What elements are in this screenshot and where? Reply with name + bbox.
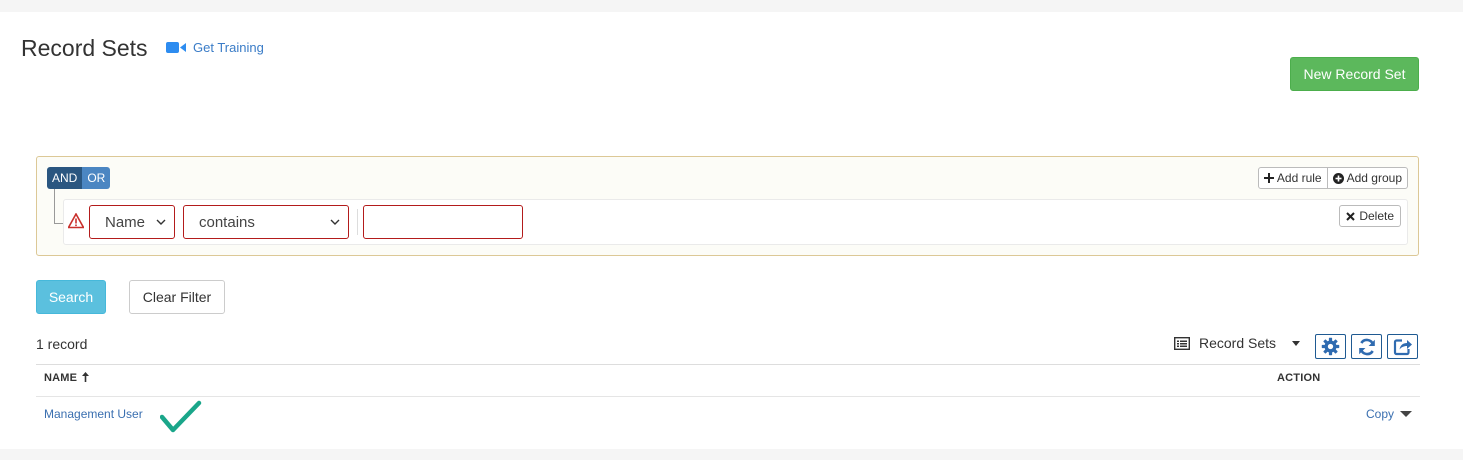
group-actions: Add rule Add group — [1257, 167, 1408, 189]
gear-icon — [1321, 337, 1340, 356]
field-select-value: Name — [105, 213, 146, 231]
add-group-button[interactable]: Add group — [1326, 168, 1407, 188]
times-icon — [1346, 211, 1356, 221]
plus-icon — [1263, 173, 1274, 183]
delete-rule-label: Delete — [1359, 209, 1394, 223]
copy-action-button[interactable]: Copy — [1366, 407, 1413, 421]
table-header-border — [36, 396, 1420, 397]
video-camera-icon — [166, 42, 186, 53]
table-top-border — [36, 364, 1420, 365]
view-selector-label: Record Sets — [1199, 335, 1277, 351]
list-icon — [1174, 336, 1190, 350]
or-button[interactable]: OR — [82, 167, 111, 189]
delete-rule-button[interactable]: Delete — [1339, 205, 1401, 227]
export-button[interactable] — [1387, 334, 1418, 359]
table-row-name-link[interactable]: Management User — [44, 407, 143, 421]
add-rule-button[interactable]: Add rule — [1259, 168, 1327, 188]
new-record-set-button[interactable]: New Record Set — [1290, 57, 1419, 91]
sort-up-icon — [82, 372, 90, 382]
get-training-label: Get Training — [193, 40, 264, 55]
view-selector[interactable]: Record Sets — [1174, 335, 1301, 351]
main-panel: Record Sets Get Training New Record Set … — [0, 12, 1463, 449]
plus-circle-icon — [1332, 172, 1344, 184]
refresh-button[interactable] — [1351, 334, 1382, 359]
condition-toggle: AND OR — [47, 167, 111, 189]
field-select[interactable]: Name — [89, 205, 175, 239]
settings-button[interactable] — [1315, 334, 1346, 359]
chevron-down-icon — [330, 219, 340, 225]
chevron-down-icon — [156, 219, 166, 225]
page-title: Record Sets — [21, 35, 148, 61]
copy-action-label: Copy — [1366, 407, 1395, 421]
refresh-icon — [1358, 338, 1375, 355]
checkmark-icon — [160, 400, 202, 433]
column-header-action: ACTION — [1277, 372, 1321, 384]
add-rule-label: Add rule — [1276, 171, 1322, 185]
caret-down-icon — [1400, 411, 1413, 417]
warning-icon — [68, 213, 84, 229]
operator-select[interactable]: contains — [183, 205, 349, 239]
clear-filter-button[interactable]: Clear Filter — [129, 280, 225, 314]
rule-divider — [357, 209, 358, 235]
and-button[interactable]: AND — [47, 167, 83, 189]
query-builder: AND OR Add rule Add group Name contains … — [36, 156, 1419, 256]
search-button[interactable]: Search — [36, 280, 106, 314]
record-count: 1 record — [36, 336, 88, 352]
column-header-name-label: NAME — [44, 372, 78, 384]
column-header-name[interactable]: NAME — [44, 372, 90, 384]
rule-row: Name contains Delete — [63, 199, 1408, 245]
export-icon — [1393, 339, 1412, 356]
operator-select-value: contains — [199, 213, 255, 231]
get-training-link[interactable]: Get Training — [166, 40, 264, 55]
rule-value-input[interactable] — [363, 205, 523, 239]
caret-down-icon — [1292, 340, 1301, 346]
add-group-label: Add group — [1346, 171, 1402, 185]
